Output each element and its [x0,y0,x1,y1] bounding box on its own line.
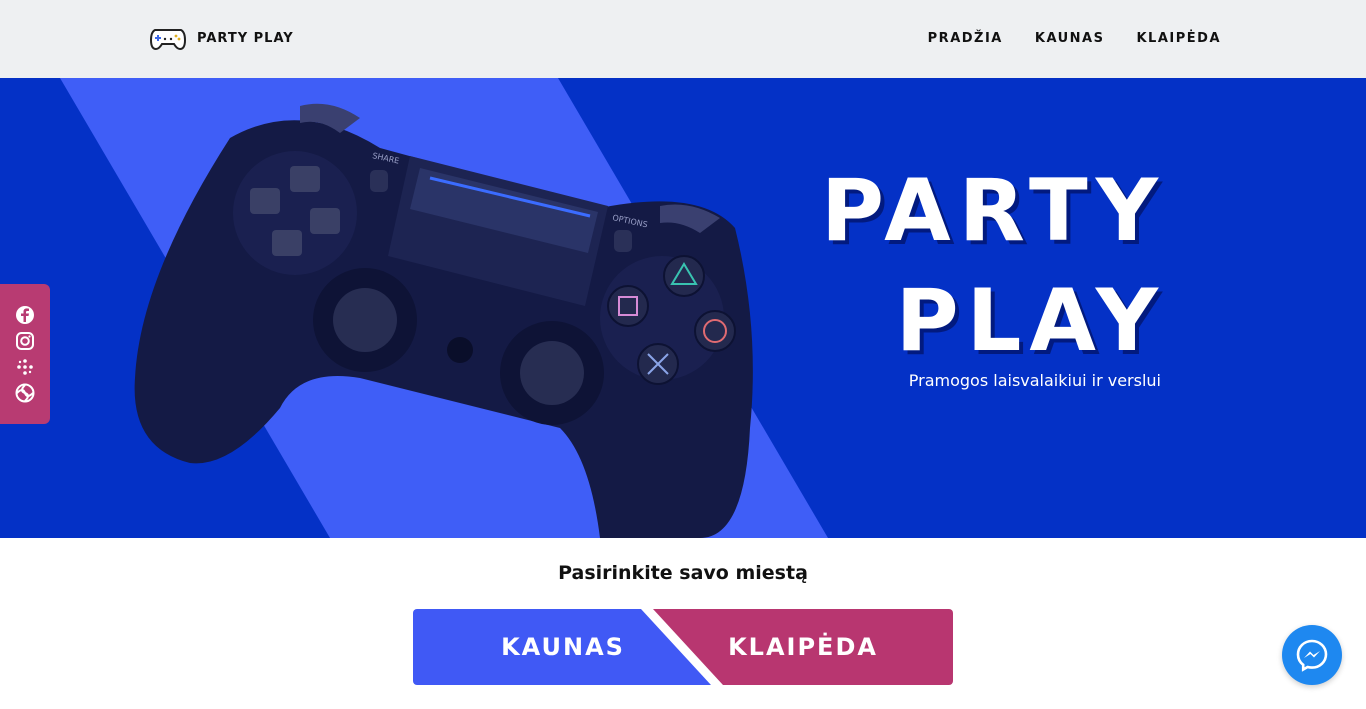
messenger-chat-button[interactable] [1282,625,1342,685]
hero-banner: SHARE OPTIONS PARTY PLAY Pramogos laisva… [0,78,1366,538]
logo-text: PARTY PLAY [197,30,294,46]
logo[interactable]: PARTY PLAY [149,24,294,52]
messenger-icon [1296,639,1328,672]
hero-title-line1: PARTY [821,161,1166,261]
hero-title: PARTY PLAY [821,156,1166,376]
city-prompt: Pasirinkite savo miestą [558,562,808,584]
nav-link-kaunas[interactable]: KAUNAS [1035,31,1105,46]
city-button-kaunas[interactable]: KAUNAS [473,609,653,685]
gamepad-logo-icon [149,29,187,51]
swirl-icon[interactable] [15,383,35,403]
instagram-icon[interactable] [15,331,35,351]
facebook-icon[interactable] [15,305,35,325]
city-button-klaipeda[interactable]: KLAIPĖDA [713,609,893,685]
nav-link-pradzia[interactable]: PRADŽIA [928,31,1003,46]
dots-icon[interactable] [15,357,35,377]
site-header: PARTY PLAY PRADŽIA KAUNAS KLAIPĖDA [0,0,1366,78]
social-sidebar [0,284,50,424]
city-selector: KAUNAS KLAIPĖDA [413,609,953,685]
nav-link-klaipeda[interactable]: KLAIPĖDA [1136,31,1221,46]
hero-title-line2: PLAY [895,271,1166,371]
main-nav: PRADŽIA KAUNAS KLAIPĖDA [928,31,1221,46]
hero-subtitle: Pramogos laisvalaikiui ir verslui [908,371,1161,390]
